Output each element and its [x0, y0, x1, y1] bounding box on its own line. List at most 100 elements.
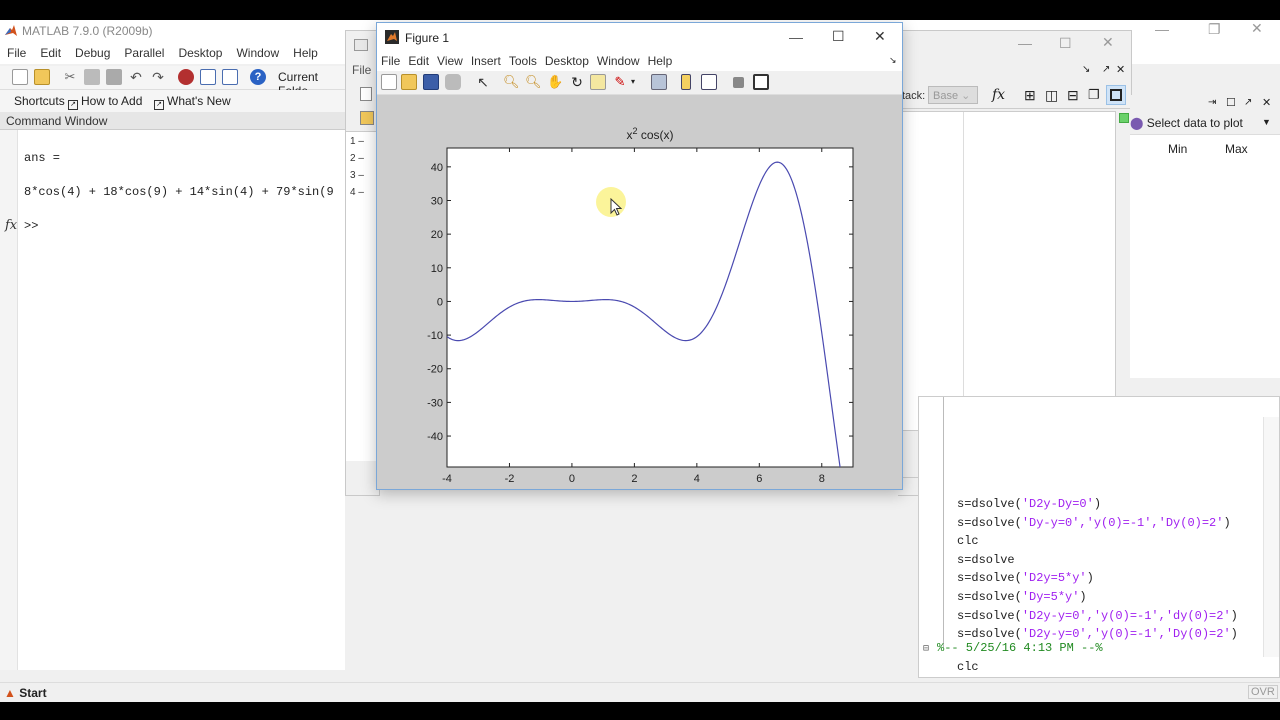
- restore-button[interactable]: ❐: [1208, 21, 1221, 38]
- copy-icon[interactable]: [84, 69, 100, 85]
- guide-icon[interactable]: [200, 69, 216, 85]
- history-entry[interactable]: s=dsolve('D2y=5*y'): [957, 571, 1094, 585]
- menu-edit[interactable]: Edit: [33, 42, 68, 60]
- hide-plot-tools-icon[interactable]: [733, 77, 744, 88]
- pan-hand-icon[interactable]: ✋: [547, 74, 563, 90]
- history-close-paren: ): [1223, 515, 1231, 530]
- fig-menu-desktop[interactable]: Desktop: [541, 53, 593, 68]
- figure-maximize-button[interactable]: ☐: [832, 28, 845, 45]
- editor-doc-close-icon[interactable]: ✕: [1116, 63, 1125, 76]
- menu-window[interactable]: Window: [229, 42, 286, 60]
- zoom-out-icon[interactable]: 🔍︎: [525, 74, 542, 90]
- paste-icon[interactable]: [106, 69, 122, 85]
- editor-maximize-button[interactable]: ☐: [1059, 35, 1072, 52]
- zoom-in-icon[interactable]: 🔍︎: [503, 74, 520, 90]
- history-entry[interactable]: s=dsolve('Dy=5*y'): [957, 590, 1087, 604]
- history-entry[interactable]: s=dsolve('Dy-y=0','y(0)=-1','Dy(0)=2'): [957, 516, 1231, 530]
- collapse-icon[interactable]: ⊟: [923, 643, 929, 655]
- command-prompt[interactable]: >>: [24, 219, 38, 233]
- tile-horizontal-icon[interactable]: ⊟: [1067, 87, 1079, 104]
- history-entry[interactable]: s=dsolve('D2y-Dy=0'): [957, 497, 1101, 511]
- close-panel-icon[interactable]: ✕: [1262, 96, 1271, 109]
- fig-menu-file[interactable]: File: [377, 53, 404, 68]
- fig-menu-view[interactable]: View: [433, 53, 467, 68]
- figure-minimize-button[interactable]: —: [789, 29, 803, 45]
- history-entry[interactable]: s=dsolve: [957, 553, 1015, 567]
- chevron-down-icon[interactable]: ▾: [631, 77, 635, 86]
- stack-value: Base: [933, 90, 959, 102]
- editor-minimize-button[interactable]: —: [1018, 35, 1032, 51]
- show-plot-tools-icon[interactable]: [753, 74, 769, 90]
- whats-new-link[interactable]: ↗ What's New: [154, 94, 231, 110]
- cut-icon[interactable]: ✂: [62, 69, 78, 85]
- editor-text-area[interactable]: [898, 111, 1116, 432]
- new-file-icon[interactable]: [360, 87, 372, 101]
- legend-icon[interactable]: [701, 74, 717, 90]
- tile-vertical-icon[interactable]: ◫: [1045, 87, 1058, 104]
- menu-help[interactable]: Help: [286, 42, 325, 60]
- stack-dropdown[interactable]: Base ⌄: [928, 86, 978, 104]
- fig-menu-help[interactable]: Help: [644, 53, 677, 68]
- maximize-doc-button[interactable]: [1106, 85, 1126, 105]
- cell-mode-icon[interactable]: [360, 111, 374, 125]
- open-file-icon[interactable]: [401, 74, 417, 90]
- float-window-icon[interactable]: ❐: [1088, 87, 1100, 103]
- brush-icon[interactable]: ✎: [612, 74, 628, 90]
- command-window[interactable]: ans = 8*cos(4) + 18*cos(9) + 14*sin(4) +…: [0, 130, 345, 670]
- tile-grid-icon[interactable]: ⊞: [1024, 87, 1036, 104]
- open-folder-icon[interactable]: [34, 69, 50, 85]
- dock-figure-icon[interactable]: ↘: [889, 55, 897, 66]
- rotate-3d-icon[interactable]: ↻: [569, 74, 585, 90]
- history-scrollbar[interactable]: [1263, 417, 1279, 657]
- history-entry[interactable]: s=dsolve('D2y-y=0','y(0)=-1','Dy(0)=2'): [957, 627, 1238, 641]
- how-to-add-link[interactable]: ↗ How to Add: [68, 94, 142, 110]
- redo-icon[interactable]: ↷: [150, 69, 166, 85]
- editor-close-button[interactable]: ✕: [1102, 34, 1114, 51]
- editor-menu-file[interactable]: File: [352, 63, 371, 77]
- workspace-table[interactable]: Min Max: [1130, 135, 1280, 390]
- data-cursor-icon[interactable]: [590, 74, 606, 90]
- undock-icon[interactable]: ↘: [1082, 64, 1090, 75]
- menu-file[interactable]: File: [0, 42, 33, 60]
- undo-icon[interactable]: ↶: [128, 69, 144, 85]
- fx-icon[interactable]: fx: [5, 218, 17, 233]
- chevron-down-icon[interactable]: ▼: [1262, 117, 1271, 127]
- history-entry[interactable]: s=dsolve('D2y-y=0','y(0)=-1','dy(0)=2'): [957, 609, 1238, 623]
- colorbar-icon[interactable]: [681, 74, 691, 90]
- menu-parallel[interactable]: Parallel: [117, 42, 171, 60]
- command-history[interactable]: s=dsolve('D2y-Dy=0') s=dsolve('Dy-y=0','y…: [918, 396, 1280, 678]
- fx-icon[interactable]: fx: [992, 87, 1005, 103]
- fig-menu-tools[interactable]: Tools: [505, 53, 541, 68]
- start-button[interactable]: ▲ Start: [4, 686, 47, 700]
- select-data-to-plot-button[interactable]: ⬤ Select data to plot: [1130, 116, 1243, 130]
- menu-debug[interactable]: Debug: [68, 42, 117, 60]
- print-icon[interactable]: [445, 74, 461, 90]
- history-close-paren: ): [1086, 571, 1094, 586]
- history-entry[interactable]: clc: [957, 534, 979, 548]
- edit-plot-arrow-icon[interactable]: ↖: [475, 74, 491, 90]
- x-tick-label: 6: [756, 473, 762, 485]
- fig-menu-window[interactable]: Window: [593, 53, 644, 68]
- profiler-icon[interactable]: [222, 69, 238, 85]
- help-icon[interactable]: ?: [250, 69, 266, 85]
- simulink-icon[interactable]: [178, 69, 194, 85]
- minimize-button[interactable]: —: [1155, 21, 1169, 37]
- link-plot-icon[interactable]: [651, 74, 667, 90]
- fig-menu-edit[interactable]: Edit: [404, 53, 433, 68]
- close-button[interactable]: ✕: [1251, 20, 1263, 37]
- fig-menu-insert[interactable]: Insert: [467, 53, 505, 68]
- column-header-max[interactable]: Max: [1225, 142, 1248, 156]
- undock-panel-icon[interactable]: ↗: [1244, 97, 1252, 108]
- history-string-arg: 'Dy-y=0','y(0)=-1','Dy(0)=2': [1021, 515, 1224, 530]
- figure-close-button[interactable]: ✕: [874, 28, 886, 45]
- status-bar: ▲ Start OVR: [0, 682, 1280, 702]
- maximize-panel-icon[interactable]: ☐: [1226, 96, 1236, 109]
- save-icon[interactable]: [423, 74, 439, 90]
- menu-desktop[interactable]: Desktop: [171, 42, 229, 60]
- new-figure-icon[interactable]: [381, 74, 397, 90]
- column-header-min[interactable]: Min: [1168, 142, 1187, 156]
- history-entry[interactable]: clc: [957, 660, 979, 674]
- new-file-icon[interactable]: [12, 69, 28, 85]
- minimize-panel-icon[interactable]: ⇥: [1208, 97, 1216, 108]
- dock-icon[interactable]: ↗: [1102, 64, 1110, 75]
